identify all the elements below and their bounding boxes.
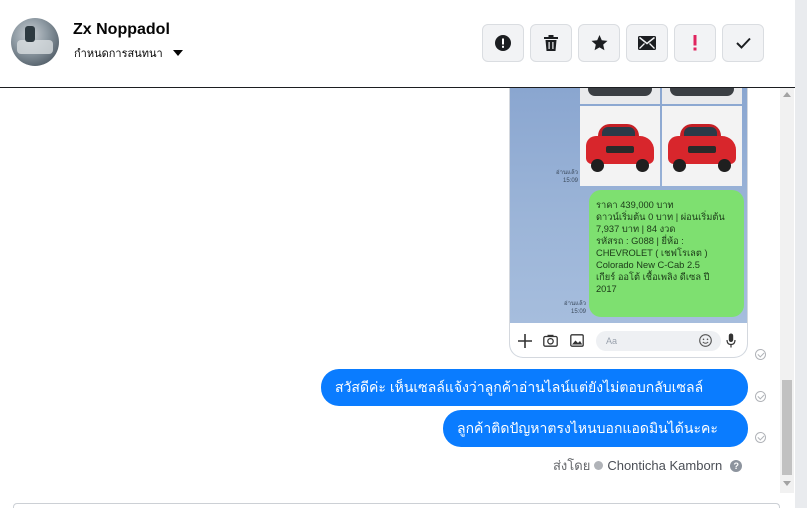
exclamation-icon — [693, 35, 697, 51]
assign-label: กำหนดการสนทนา — [74, 48, 163, 60]
envelope-icon — [638, 36, 656, 50]
seen-check-icon — [755, 349, 766, 360]
sent-by-label: ส่งโดย — [553, 458, 591, 473]
assign-conversation-dropdown[interactable]: กำหนดการสนทนา — [74, 44, 183, 62]
mark-unread-button[interactable] — [626, 24, 668, 62]
conversation-header: Zx Noppadol กำหนดการสนทนา — [0, 0, 795, 88]
seen-check-icon — [755, 432, 766, 443]
reply-composer[interactable] — [13, 503, 780, 508]
car-photo — [662, 88, 742, 104]
agent-name[interactable]: Chonticha Kamborn — [607, 458, 722, 473]
seen-check-icon — [755, 391, 766, 402]
sent-by-line: ส่งโดย Chonticha Kamborn ? — [553, 455, 743, 476]
trash-icon — [544, 35, 558, 51]
conversation-actions — [482, 24, 764, 62]
car-photo — [580, 88, 660, 104]
scrollbar-thumb[interactable] — [782, 380, 792, 475]
read-time-label: อ่านแล้ว 15:09 — [556, 170, 578, 184]
sent-message-bubble[interactable]: ลูกค้าติดปัญหาตรงไหนบอกแอดมินได้นะคะ — [443, 410, 748, 447]
contact-name[interactable]: Zx Noppadol — [73, 21, 170, 39]
car-photo — [662, 106, 742, 186]
plus-icon — [518, 334, 532, 348]
window-edge — [795, 0, 807, 508]
car-photo — [580, 106, 660, 186]
star-button[interactable] — [578, 24, 620, 62]
follow-up-button[interactable] — [674, 24, 716, 62]
attachment-image[interactable]: อ่านแล้ว 15:09 ราคา 439,000 บาท ดาวน์เริ… — [509, 88, 748, 358]
agent-avatar-icon — [594, 461, 604, 470]
help-icon[interactable]: ? — [730, 459, 743, 472]
alert-circle-icon — [495, 35, 511, 51]
scroll-down-arrow-icon[interactable] — [783, 481, 791, 486]
delete-button[interactable] — [530, 24, 572, 62]
mark-spam-button[interactable] — [482, 24, 524, 62]
star-icon — [591, 35, 607, 51]
read-time-label: อ่านแล้ว 15:09 — [564, 301, 586, 315]
contact-avatar[interactable] — [11, 18, 59, 66]
car-price-message: ราคา 439,000 บาท ดาวน์เริ่มต้น 0 บาท | ผ… — [589, 190, 744, 317]
camera-icon — [543, 334, 558, 347]
emoji-icon — [699, 334, 712, 347]
scroll-up-arrow-icon[interactable] — [783, 92, 791, 97]
sent-message-bubble[interactable]: สวัสดีค่ะ เห็นเซลล์แจ้งว่าลูกค้าอ่านไลน์… — [321, 369, 748, 406]
microphone-icon — [726, 333, 736, 348]
mark-done-button[interactable] — [722, 24, 764, 62]
image-icon — [570, 334, 584, 347]
check-icon — [735, 37, 751, 49]
line-input-placeholder: Aa — [606, 336, 618, 346]
caret-down-icon — [172, 50, 183, 56]
